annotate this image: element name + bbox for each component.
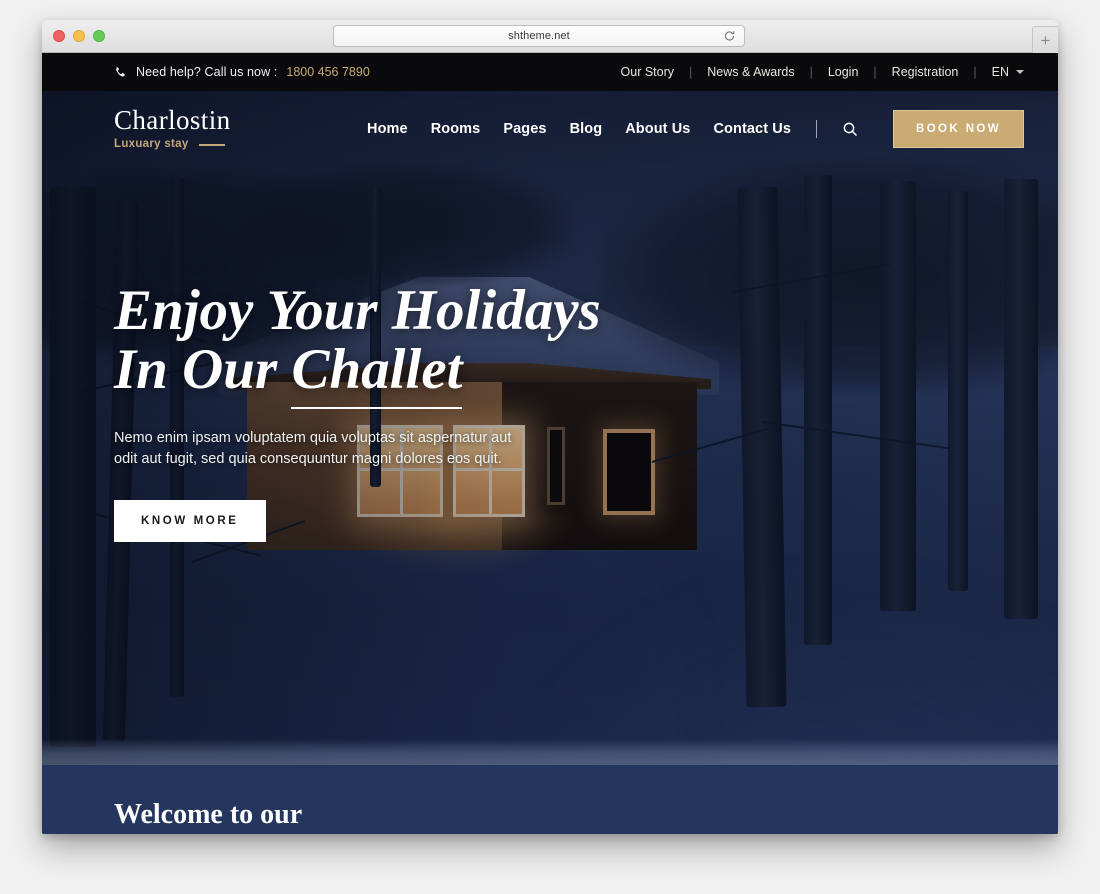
new-tab-button[interactable]: + (1032, 26, 1058, 53)
close-window-button[interactable] (53, 30, 65, 42)
help-text: Need help? Call us now : (136, 65, 278, 79)
topbar-link-news-awards[interactable]: News & Awards (707, 65, 794, 79)
reload-icon[interactable] (723, 30, 736, 43)
contact-info: Need help? Call us now : 1800 456 7890 (114, 65, 370, 79)
page-viewport: Need help? Call us now : 1800 456 7890 O… (42, 53, 1058, 834)
separator: | (809, 65, 813, 79)
browser-window: shtheme.net + Need help? Call us now: 1… (42, 20, 1058, 834)
traffic-lights (53, 30, 105, 42)
hero-title-line1: Enjoy Your Holidays (114, 279, 601, 342)
logo-tagline: Luxuary stay (114, 138, 189, 151)
nav-divider (816, 120, 817, 138)
language-selector[interactable]: EN (992, 65, 1024, 79)
nav-item-home[interactable]: Home (367, 121, 408, 137)
main-navigation: Home Rooms Pages Blog About Us Contact U… (367, 110, 1024, 148)
chevron-down-icon (1016, 70, 1024, 74)
url-text: shtheme.net (508, 30, 570, 42)
welcome-title: Welcome to our Dream Challet (114, 798, 1058, 834)
site-logo[interactable]: Charlostin Luxuary stay (114, 107, 231, 151)
hero-paragraph: Nemo enim ipsam voluptatem quia voluptas… (114, 429, 512, 467)
nav-item-contact-us[interactable]: Contact Us (713, 121, 791, 137)
nav-item-rooms[interactable]: Rooms (431, 121, 481, 137)
main-header: Charlostin Luxuary stay Home Rooms Pages… (42, 91, 1058, 167)
hero-section: Charlostin Luxuary stay Home Rooms Pages… (42, 91, 1058, 765)
book-now-button[interactable]: BOOK NOW (893, 110, 1024, 148)
utility-links: Our Story | News & Awards | Login | Regi… (621, 65, 1024, 79)
logo-dash (198, 144, 225, 146)
new-tab-label: + (1040, 30, 1051, 50)
search-icon[interactable] (842, 121, 858, 137)
hero-title-line2-underlined: Challet (291, 338, 463, 410)
separator: | (873, 65, 877, 79)
hero-title: Enjoy Your Holidays In Our Challet (114, 279, 674, 410)
minimize-window-button[interactable] (73, 30, 85, 42)
topbar-link-our-story[interactable]: Our Story (621, 65, 675, 79)
know-more-button[interactable]: KNOW MORE (114, 499, 266, 542)
logo-tagline-row: Luxuary stay (114, 139, 231, 151)
topbar-link-login[interactable]: Login (828, 65, 859, 79)
separator: | (973, 65, 977, 79)
maximize-window-button[interactable] (93, 30, 105, 42)
separator: | (689, 65, 693, 79)
hero-content: Enjoy Your Holidays In Our Challet Nemo … (114, 281, 674, 542)
welcome-line1: Welcome to our (114, 799, 303, 830)
phone-icon (114, 66, 127, 79)
nav-item-about-us[interactable]: About Us (625, 121, 690, 137)
logo-name: Charlostin (114, 105, 231, 136)
url-bar[interactable]: shtheme.net (333, 25, 745, 47)
phone-number[interactable]: 1800 456 7890 (286, 65, 369, 79)
nav-item-pages[interactable]: Pages (503, 121, 546, 137)
welcome-line2: Dream Challet (114, 832, 290, 834)
topbar-link-registration[interactable]: Registration (892, 65, 959, 79)
utility-topbar: Need help? Call us now : 1800 456 7890 O… (42, 53, 1058, 91)
browser-titlebar: shtheme.net + (42, 20, 1058, 53)
hero-bottom-band (42, 739, 1058, 765)
hero-title-line2-prefix: In Our (114, 338, 292, 402)
nav-item-blog[interactable]: Blog (570, 121, 603, 137)
welcome-section: Welcome to our Dream Challet (42, 765, 1058, 834)
language-label: EN (991, 65, 1009, 79)
